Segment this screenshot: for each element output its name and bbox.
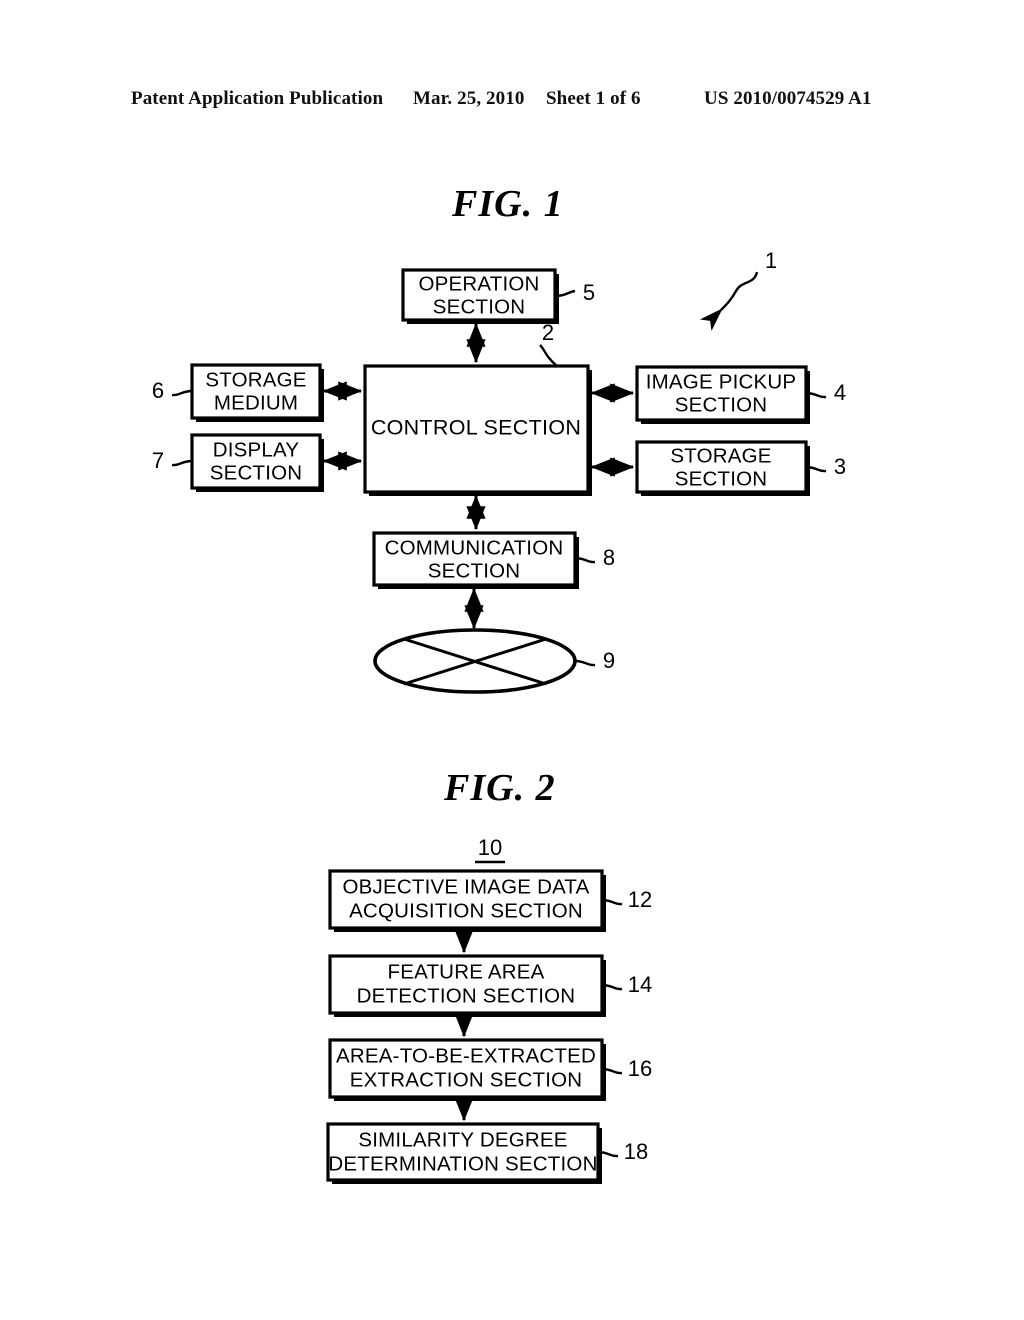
figure-1-system-leader: 1 [699, 248, 777, 332]
block-objective-image-data-acquisition: OBJECTIVE IMAGE DATA ACQUISITION SECTION… [328, 869, 652, 932]
block-control-section-label: CONTROL SECTION [371, 416, 581, 440]
ref-label-2: 2 [542, 320, 554, 345]
figure-2-group: 10 OBJECTIVE IMAGE DATA ACQUISITION SECT… [326, 835, 652, 1184]
block-image-pickup-line1: IMAGE PICKUP [646, 370, 797, 393]
figure-1-group: 1 OPERATION SECTION 5 CONTROL SECTION 2 … [152, 248, 846, 694]
block-storage-section: STORAGE SECTION 3 [635, 440, 846, 496]
ref-label-7: 7 [152, 448, 164, 473]
block-storage-section-line1: STORAGE [670, 444, 771, 467]
ref-label-12: 12 [628, 887, 652, 912]
ref-label-9: 9 [603, 648, 615, 673]
block-storage-medium-line1: STORAGE [205, 368, 306, 391]
ref-label-16: 16 [628, 1056, 652, 1081]
block-operation-section-line1: OPERATION [418, 272, 539, 295]
ref-label-1: 1 [765, 248, 777, 273]
ref-label-10: 10 [478, 835, 502, 860]
block-objective-line1: OBJECTIVE IMAGE DATA [343, 875, 590, 898]
block-communication-line1: COMMUNICATION [385, 536, 564, 559]
block-control-section: CONTROL SECTION 2 [363, 320, 592, 496]
block-communication-line2: SECTION [428, 559, 521, 582]
block-extraction-line1: AREA-TO-BE-EXTRACTED [336, 1044, 596, 1067]
block-similarity-line2: DETERMINATION SECTION [328, 1152, 597, 1175]
ref-label-4: 4 [834, 380, 846, 405]
block-image-pickup-section: IMAGE PICKUP SECTION 4 [635, 365, 846, 424]
block-extraction-line2: EXTRACTION SECTION [350, 1068, 583, 1091]
ref-label-14: 14 [628, 972, 652, 997]
ref-label-5: 5 [583, 280, 595, 305]
block-display-section-line1: DISPLAY [213, 438, 300, 461]
block-display-section-line2: SECTION [210, 461, 303, 484]
block-feature-area-detection: FEATURE AREA DETECTION SECTION 14 [328, 954, 652, 1017]
block-objective-line2: ACQUISITION SECTION [349, 899, 583, 922]
block-similarity-degree-determination: SIMILARITY DEGREE DETERMINATION SECTION … [326, 1122, 648, 1184]
block-communication-section: COMMUNICATION SECTION 8 [372, 531, 615, 589]
block-storage-medium-line2: MEDIUM [214, 391, 298, 414]
ref-label-18: 18 [624, 1139, 648, 1164]
block-feature-line2: DETECTION SECTION [357, 984, 576, 1007]
network-cloud-icon: 9 [373, 628, 615, 694]
figure-2-system-ref: 10 [475, 835, 505, 864]
block-similarity-line1: SIMILARITY DEGREE [358, 1128, 567, 1151]
block-storage-section-line2: SECTION [675, 467, 768, 490]
ref-label-3: 3 [834, 454, 846, 479]
ref-label-8: 8 [603, 545, 615, 570]
block-image-pickup-line2: SECTION [675, 393, 768, 416]
block-feature-line1: FEATURE AREA [388, 960, 545, 983]
ref-label-6: 6 [152, 378, 164, 403]
block-operation-section-line2: SECTION [433, 295, 526, 318]
patent-figures-drawing: 1 OPERATION SECTION 5 CONTROL SECTION 2 … [152, 248, 846, 1184]
block-area-to-be-extracted-extraction: AREA-TO-BE-EXTRACTED EXTRACTION SECTION … [328, 1038, 652, 1101]
block-operation-section: OPERATION SECTION 5 [401, 268, 595, 324]
block-storage-medium: STORAGE MEDIUM 6 [152, 363, 324, 422]
block-display-section: DISPLAY SECTION 7 [152, 433, 324, 492]
